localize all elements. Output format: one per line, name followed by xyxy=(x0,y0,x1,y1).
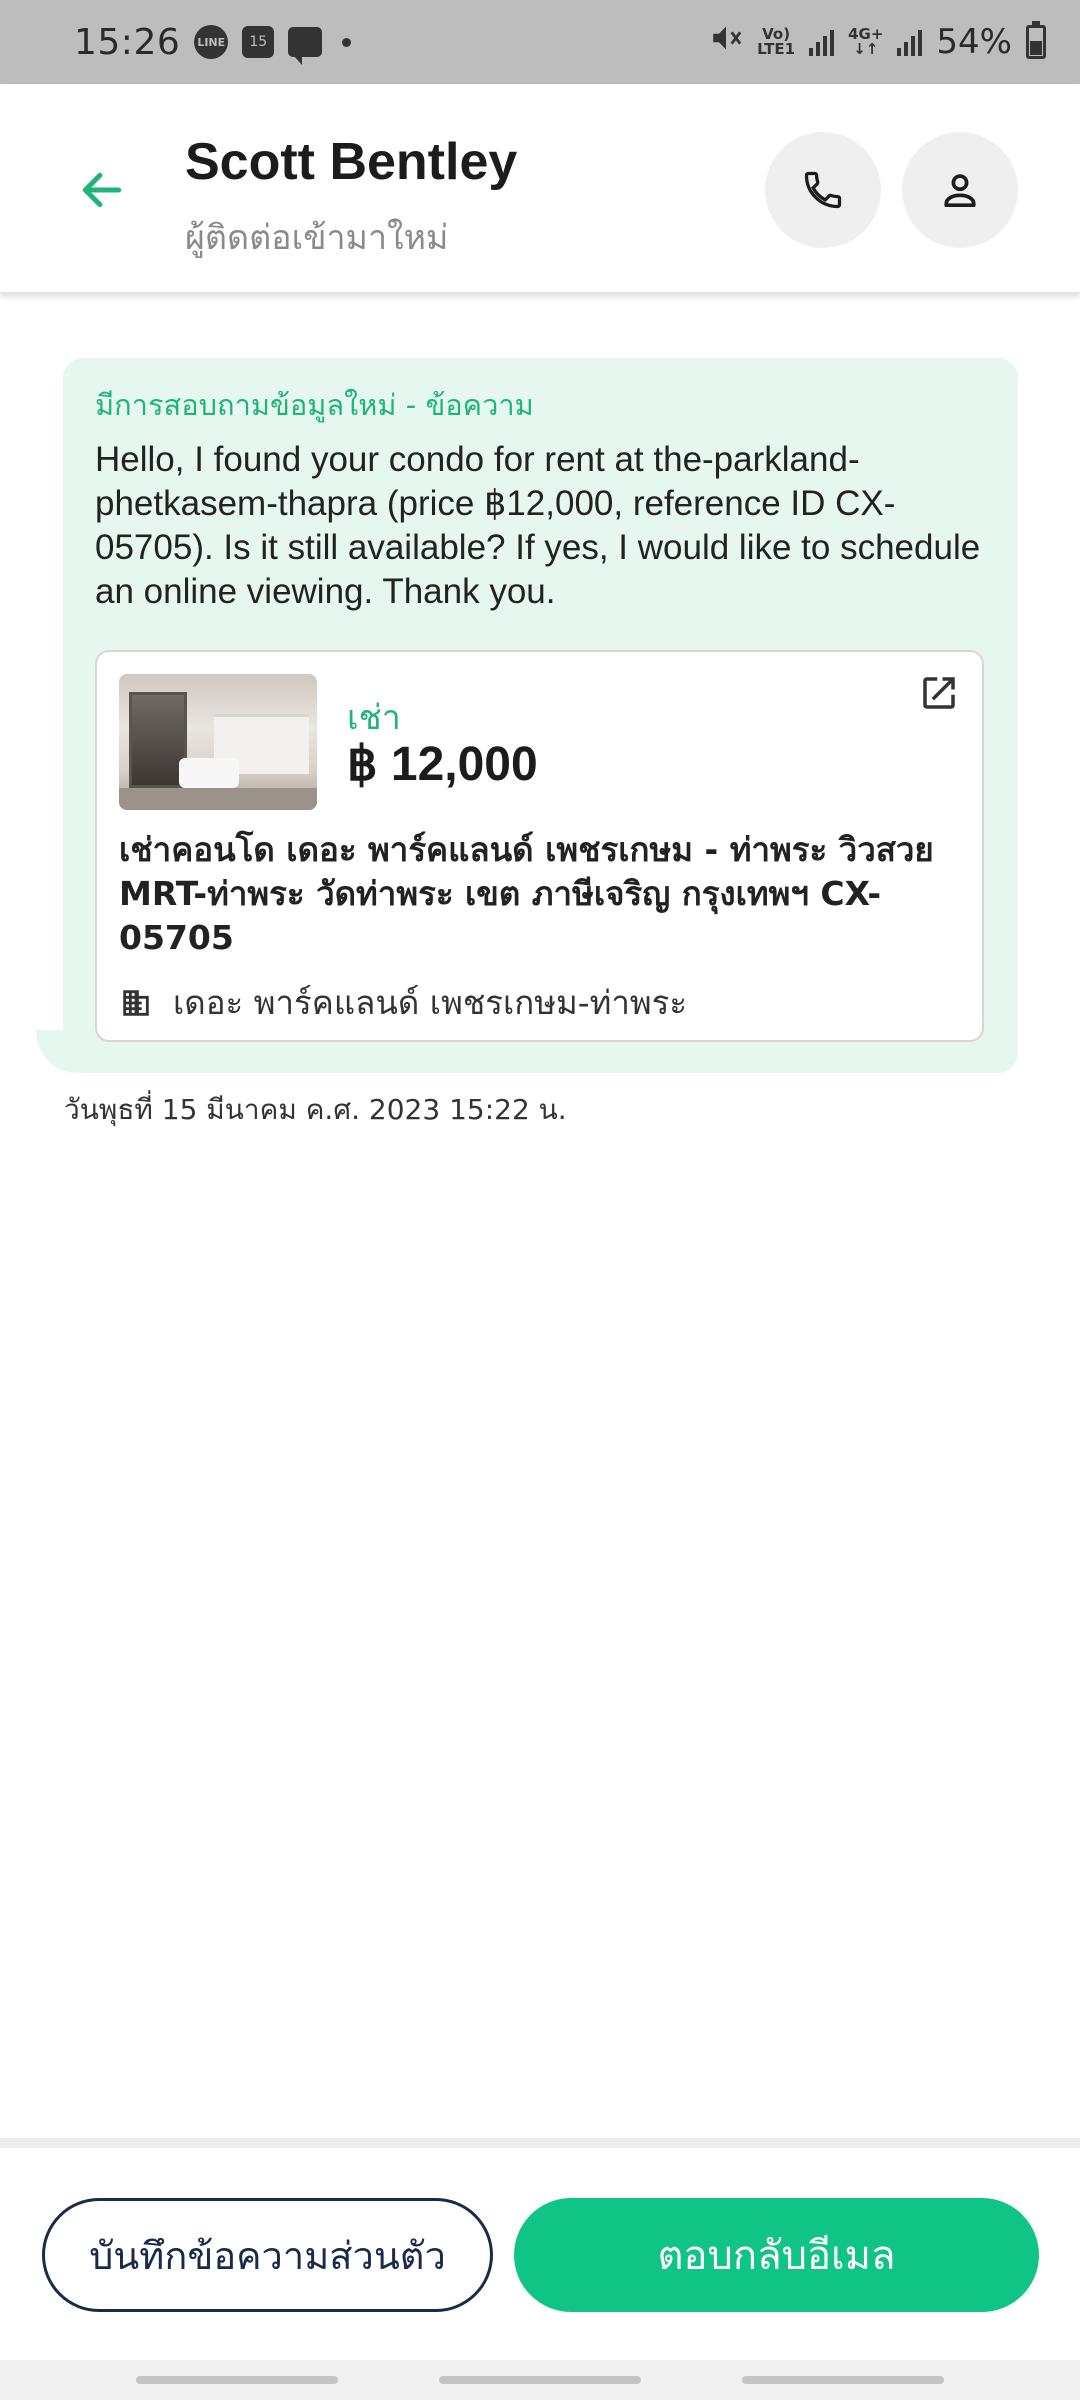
phone-icon xyxy=(804,171,842,209)
message-label: มีการสอบถามข้อมูลใหม่ - ข้อความ xyxy=(95,388,534,422)
external-link-icon xyxy=(923,677,955,709)
battery-percentage: 54% xyxy=(936,22,1012,62)
arrow-left-icon xyxy=(82,172,122,208)
message-bubble: มีการสอบถามข้อมูลใหม่ - ข้อความ Hello, I… xyxy=(63,358,1018,1073)
calendar-notification-icon: 15 xyxy=(242,26,275,58)
open-listing-button[interactable] xyxy=(914,668,964,718)
more-notifications-icon xyxy=(342,37,352,47)
building-icon xyxy=(123,989,149,1016)
status-time: 15:26 xyxy=(74,21,181,63)
listing-project: เดอะ พาร์คแลนด์ เพชรเกษม-ท่าพระ xyxy=(119,976,687,1029)
listing-photo xyxy=(119,674,317,810)
volte-indicator: Vo) LTE1 xyxy=(757,27,795,57)
status-left: 15:26 LINE 15 xyxy=(74,21,352,65)
nav-back-handle[interactable] xyxy=(742,2376,944,2384)
listing-card[interactable]: เช่า ฿ 12,000 เช่าคอนโด เดอะ พาร์คแลนด์ … xyxy=(95,650,984,1042)
volte-bottom-text: LTE1 xyxy=(757,40,796,58)
nav-home-handle[interactable] xyxy=(439,2376,641,2384)
person-icon xyxy=(944,174,976,208)
contact-status: ผู้ติดต่อเข้ามาใหม่ xyxy=(185,218,449,258)
contact-profile-button[interactable] xyxy=(902,132,1018,248)
signal-bars-icon-2 xyxy=(897,28,923,56)
action-bar-divider xyxy=(0,2138,1080,2148)
reply-email-button[interactable]: ตอบกลับอีเมล xyxy=(514,2198,1039,2312)
listing-project-name: เดอะ พาร์คแลนด์ เพชรเกษม-ท่าพระ xyxy=(173,983,688,1022)
message-timestamp: วันพุธที่ 15 มีนาคม ค.ศ. 2023 15:22 น. xyxy=(64,1093,567,1126)
message-notification-icon xyxy=(288,27,323,65)
nav-recents-handle[interactable] xyxy=(136,2376,338,2384)
signal-bars-icon-1 xyxy=(809,28,835,56)
listing-price: ฿ 12,000 xyxy=(347,738,538,791)
back-button[interactable] xyxy=(72,160,132,220)
status-right: Vo) LTE1 4G+ ↓↑ 54% xyxy=(709,21,1046,63)
network-type-indicator: 4G+ ↓↑ xyxy=(848,27,883,57)
photo-floor-shape xyxy=(119,788,317,810)
battery-icon xyxy=(1026,21,1046,59)
network-type-bottom-text: ↓↑ xyxy=(853,40,879,58)
line-notification-icon: LINE xyxy=(194,25,229,59)
listing-title: เช่าคอนโด เดอะ พาร์คแลนด์ เพชรเกษม - ท่า… xyxy=(119,830,934,957)
app-header: Scott Bentley ผู้ติดต่อเข้ามาใหม่ xyxy=(0,84,1080,294)
contact-name: Scott Bentley xyxy=(185,133,518,191)
photo-sofa-shape xyxy=(179,758,239,788)
call-button[interactable] xyxy=(765,132,881,248)
private-note-button[interactable]: บันทึกข้อความส่วนตัว xyxy=(42,2198,493,2312)
message-text: Hello, I found your condo for rent at th… xyxy=(95,440,981,611)
status-bar: 15:26 LINE 15 Vo) LTE1 4G+ ↓↑ 54% xyxy=(0,0,1080,84)
system-nav-bar xyxy=(0,2360,1080,2400)
mute-icon xyxy=(709,21,743,63)
